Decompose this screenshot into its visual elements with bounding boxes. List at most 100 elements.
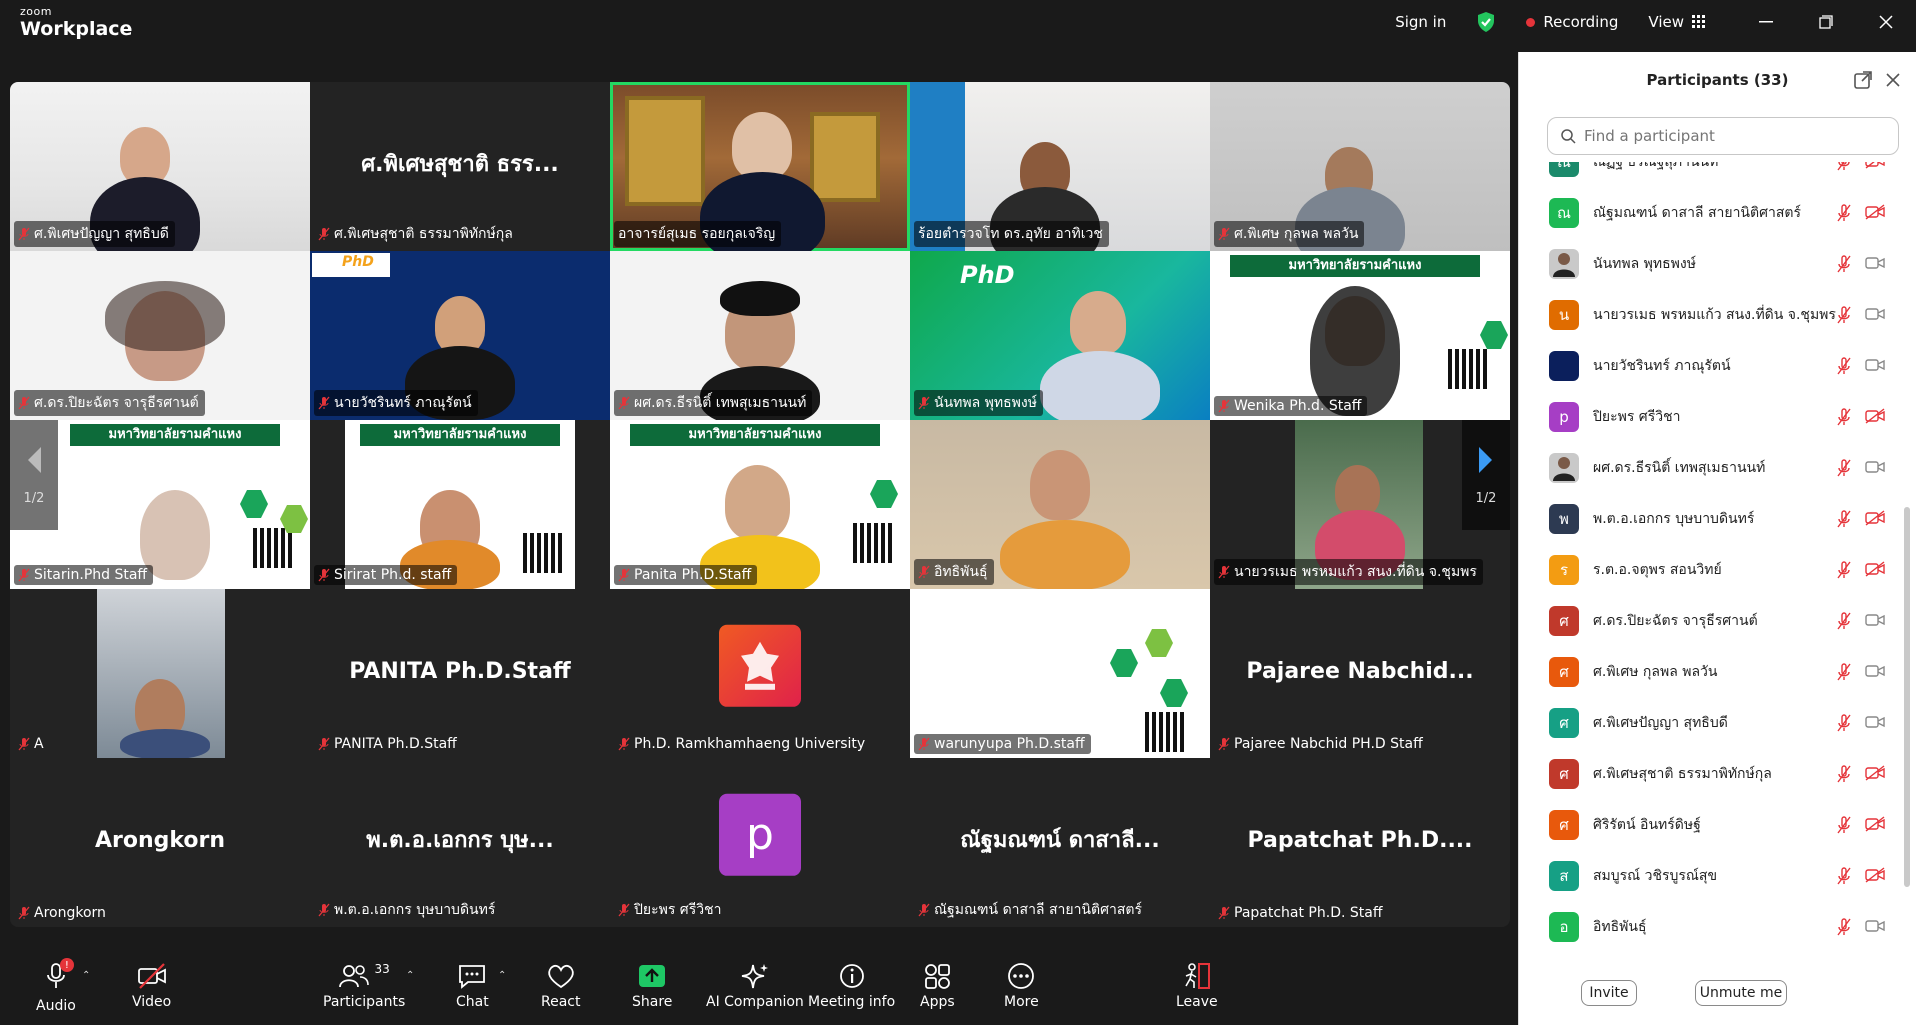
- video-tile[interactable]: ร้อยตำรวจโท ดร.อุทัย อาทิเวช: [910, 82, 1210, 251]
- video-tile[interactable]: อิทธิพันธุ์: [910, 420, 1210, 589]
- audio-options-chevron-up-icon[interactable]: ⌃: [82, 970, 90, 981]
- participant-row[interactable]: ผศ.ดร.ธีรนิติ์ เทพสุเมธานนท์: [1519, 442, 1899, 493]
- video-tile[interactable]: มหาวิทยาลัยรามคำแหง Panita Ph.D.Staff: [610, 420, 910, 589]
- video-tile[interactable]: ศ.พิเศษปัญญา สุทธิบดี: [10, 82, 310, 251]
- sign-in-link[interactable]: Sign in: [1395, 13, 1446, 31]
- more-button[interactable]: More: [1004, 962, 1039, 1010]
- camera-off-icon[interactable]: [1865, 816, 1885, 832]
- camera-icon[interactable]: [1865, 255, 1885, 271]
- search-input[interactable]: [1584, 127, 1884, 145]
- muted-mic-icon[interactable]: [1837, 765, 1851, 783]
- video-tile[interactable]: มหาวิทยาลัยรามคำแหง Sirirat Ph.d. staff: [310, 420, 610, 589]
- muted-mic-icon[interactable]: [1837, 561, 1851, 579]
- camera-icon[interactable]: [1865, 306, 1885, 322]
- participant-row[interactable]: ณ ณัฏฐ์ ธีรณัฐสุภานนท์: [1519, 162, 1899, 187]
- video-tile[interactable]: warunyupa Ph.D.staff: [910, 589, 1210, 758]
- participant-list-scrollbar[interactable]: [1903, 162, 1911, 962]
- ai-companion-button[interactable]: AI Companion: [706, 962, 804, 1010]
- participant-row[interactable]: ศ ศ.พิเศษปัญญา สุทธิบดี: [1519, 697, 1899, 748]
- participant-row[interactable]: p ปิยะพร ศรีวิชา: [1519, 391, 1899, 442]
- react-button[interactable]: React: [541, 962, 580, 1010]
- close-window-button[interactable]: [1856, 0, 1916, 44]
- video-tile[interactable]: ศ.ดร.ปิยะฉัตร จารุธีรศานต์: [10, 251, 310, 420]
- video-tile[interactable]: 1/2 นายวรเมธ พรหมแก้ว สนง.ที่ดิน จ.ชุมพร: [1210, 420, 1510, 589]
- close-panel-icon[interactable]: [1883, 70, 1903, 90]
- apps-button[interactable]: Apps: [920, 962, 955, 1010]
- video-tile[interactable]: ผศ.ดร.ธีรนิติ์ เทพสุเมธานนท์: [610, 251, 910, 420]
- unmute-me-button[interactable]: Unmute me: [1695, 980, 1787, 1006]
- muted-mic-icon[interactable]: [1837, 918, 1851, 936]
- muted-mic-icon[interactable]: [1837, 162, 1851, 171]
- video-tile[interactable]: ศ.พิเศษ กุลพล พลวัน: [1210, 82, 1510, 251]
- video-tile[interactable]: PhD นันทพล พุทธพงษ์: [910, 251, 1210, 420]
- participant-row[interactable]: ส สมบูรณ์ วชิรบูรณ์สุข: [1519, 850, 1899, 901]
- previous-page-button[interactable]: 1/2: [10, 420, 58, 530]
- muted-mic-icon[interactable]: [1837, 663, 1851, 681]
- active-speaker-tile[interactable]: อาจารย์สุเมธ รอยกุลเจริญ: [610, 82, 910, 251]
- meeting-info-button[interactable]: Meeting info: [808, 962, 895, 1010]
- camera-off-icon[interactable]: [1865, 561, 1885, 577]
- chat-options-chevron-up-icon[interactable]: ⌃: [498, 970, 506, 981]
- next-page-button[interactable]: 1/2: [1462, 420, 1510, 530]
- video-tile[interactable]: พ.ต.อ.เอกกร บุษ... พ.ต.อ.เอกกร บุษบาบดิน…: [310, 758, 610, 927]
- camera-off-icon[interactable]: [1865, 510, 1885, 526]
- muted-mic-icon[interactable]: [1837, 714, 1851, 732]
- leave-button[interactable]: Leave: [1176, 962, 1218, 1010]
- video-button[interactable]: Video: [132, 962, 171, 1010]
- camera-icon[interactable]: [1865, 357, 1885, 373]
- muted-mic-icon[interactable]: [1837, 816, 1851, 834]
- participants-options-chevron-up-icon[interactable]: ⌃: [406, 970, 414, 981]
- participant-row[interactable]: ศ ศิริรัตน์ อินทร์ดิษฐ์: [1519, 799, 1899, 850]
- video-tile[interactable]: Pajaree Nabchid... Pajaree Nabchid PH.D …: [1210, 589, 1510, 758]
- minimize-button[interactable]: [1736, 0, 1796, 44]
- camera-icon[interactable]: [1865, 714, 1885, 730]
- participant-row[interactable]: น นายวรเมธ พรหมแก้ว สนง.ที่ดิน จ.ชุมพร: [1519, 289, 1899, 340]
- video-tile[interactable]: มหาวิทยาลัยรามคำแหง Wenika Ph.d. Staff: [1210, 251, 1510, 420]
- participant-row[interactable]: ร ร.ต.อ.จตุพร สอนวิทย์: [1519, 544, 1899, 595]
- camera-off-icon[interactable]: [1865, 408, 1885, 424]
- participant-row[interactable]: อ อิทธิพันธุ์: [1519, 901, 1899, 952]
- camera-icon[interactable]: [1865, 459, 1885, 475]
- participants-button[interactable]: 33 Participants: [323, 962, 405, 1010]
- recording-indicator[interactable]: Recording: [1526, 13, 1618, 31]
- camera-icon[interactable]: [1865, 918, 1885, 934]
- share-button[interactable]: Share: [632, 962, 672, 1010]
- participant-row[interactable]: ณ ณัฐมณฑน์ ดาสาลี สายานิติศาสตร์: [1519, 187, 1899, 238]
- muted-mic-icon[interactable]: [1837, 459, 1851, 477]
- participant-row[interactable]: ศ ศ.ดร.ปิยะฉัตร จารุธีรศานต์: [1519, 595, 1899, 646]
- participant-row[interactable]: ศ ศ.พิเศษ กุลพล พลวัน: [1519, 646, 1899, 697]
- video-tile[interactable]: Ph.D. Ramkhamhaeng University: [610, 589, 910, 758]
- video-tile[interactable]: ศ.พิเศษสุชาติ ธรร... ศ.พิเศษสุชาติ ธรรมา…: [310, 82, 610, 251]
- participant-row[interactable]: พ พ.ต.อ.เอกกร บุษบาบดินทร์: [1519, 493, 1899, 544]
- camera-off-icon[interactable]: [1865, 162, 1885, 169]
- muted-mic-icon[interactable]: [1837, 510, 1851, 528]
- muted-mic-icon[interactable]: [1837, 306, 1851, 324]
- view-button[interactable]: View: [1648, 13, 1706, 31]
- chat-button[interactable]: Chat: [456, 962, 489, 1010]
- pop-out-icon[interactable]: [1853, 70, 1873, 90]
- participant-search[interactable]: [1547, 117, 1899, 155]
- muted-mic-icon[interactable]: [1837, 408, 1851, 426]
- video-tile[interactable]: p ปิยะพร ศรีวิชา: [610, 758, 910, 927]
- video-tile[interactable]: Arongkorn Arongkorn: [10, 758, 310, 927]
- video-tile[interactable]: มหาวิทยาลัยรามคำแหง 1/2 Sitarin.Phd Staf…: [10, 420, 310, 589]
- video-tile[interactable]: ณัฐมณฑน์ ดาสาลี... ณัฐมณฑน์ ดาสาลี สายาน…: [910, 758, 1210, 927]
- restore-button[interactable]: [1796, 0, 1856, 44]
- encryption-shield-icon[interactable]: [1476, 11, 1496, 33]
- participant-row[interactable]: ศ ศ.พิเศษสุชาติ ธรรมาพิทักษ์กุล: [1519, 748, 1899, 799]
- camera-icon[interactable]: [1865, 612, 1885, 628]
- muted-mic-icon[interactable]: [1837, 204, 1851, 222]
- camera-off-icon[interactable]: [1865, 765, 1885, 781]
- audio-button[interactable]: ! Audio: [36, 958, 76, 1014]
- video-tile[interactable]: Papatchat Ph.D.... Papatchat Ph.D. Staff: [1210, 758, 1510, 927]
- camera-icon[interactable]: [1865, 663, 1885, 679]
- muted-mic-icon[interactable]: [1837, 612, 1851, 630]
- invite-button[interactable]: Invite: [1581, 980, 1637, 1006]
- muted-mic-icon[interactable]: [1837, 357, 1851, 375]
- participant-row[interactable]: นันทพล พุทธพงษ์: [1519, 238, 1899, 289]
- muted-mic-icon[interactable]: [1837, 255, 1851, 273]
- participant-row[interactable]: นายวัชรินทร์ ภาณุรัตน์: [1519, 340, 1899, 391]
- video-tile[interactable]: A: [10, 589, 310, 758]
- video-tile[interactable]: PhD นายวัชรินทร์ ภาณุรัตน์: [310, 251, 610, 420]
- muted-mic-icon[interactable]: [1837, 867, 1851, 885]
